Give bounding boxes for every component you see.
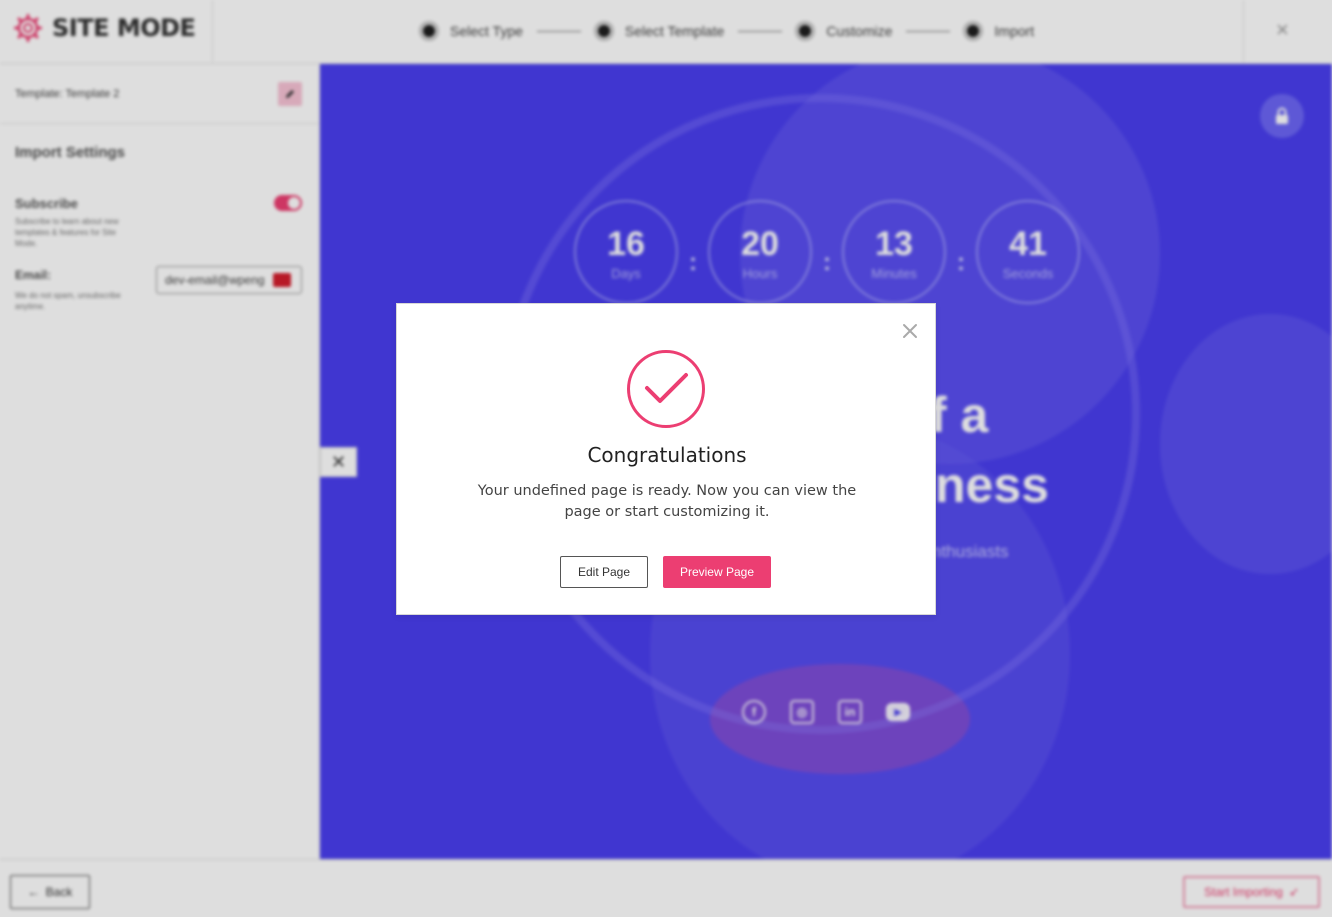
close-glyph <box>903 324 917 338</box>
modal-title: Congratulations <box>587 443 747 467</box>
close-icon[interactable] <box>899 320 921 342</box>
congratulations-modal: Congratulations Your undefined page is r… <box>396 303 936 615</box>
modal-message: Your undefined page is ready. Now you ca… <box>477 483 857 520</box>
edit-page-button[interactable]: Edit Page <box>560 556 648 588</box>
success-check-icon <box>627 350 705 428</box>
preview-page-button[interactable]: Preview Page <box>663 556 771 588</box>
site-mode-wizard: SITE MODE Select Type Select Template Cu… <box>0 0 1332 917</box>
